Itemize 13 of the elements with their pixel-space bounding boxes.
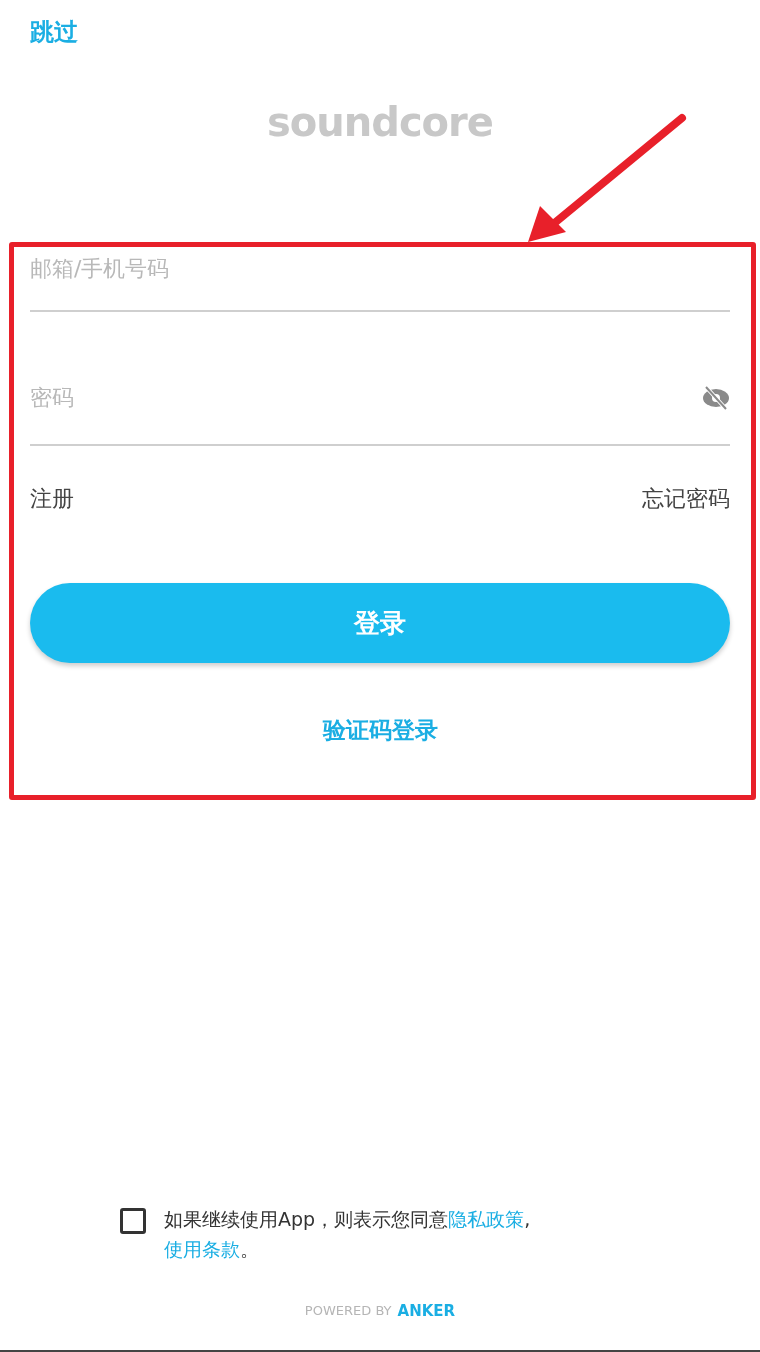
account-field[interactable]: 邮箱/手机号码 xyxy=(30,242,730,312)
forgot-password-link[interactable]: 忘记密码 xyxy=(642,482,730,515)
login-button[interactable]: 登录 xyxy=(30,583,730,663)
agreement-checkbox[interactable] xyxy=(120,1207,146,1234)
register-link[interactable]: 注册 xyxy=(30,482,74,515)
code-login-link[interactable]: 验证码登录 xyxy=(322,713,438,748)
privacy-link[interactable]: 隐私政策 xyxy=(448,1207,525,1230)
brand-logo: ANKER xyxy=(397,1300,456,1322)
terms-link[interactable]: 使用条款 xyxy=(164,1237,240,1260)
eye-off-icon[interactable] xyxy=(702,386,730,410)
skip-link[interactable]: 跳过 xyxy=(30,18,78,46)
powered-by-text: POWERED BY xyxy=(304,1302,392,1320)
agreement-text: 如果继续使用App，则表示您同意隐私政策, 使用条款。 xyxy=(164,1206,532,1262)
